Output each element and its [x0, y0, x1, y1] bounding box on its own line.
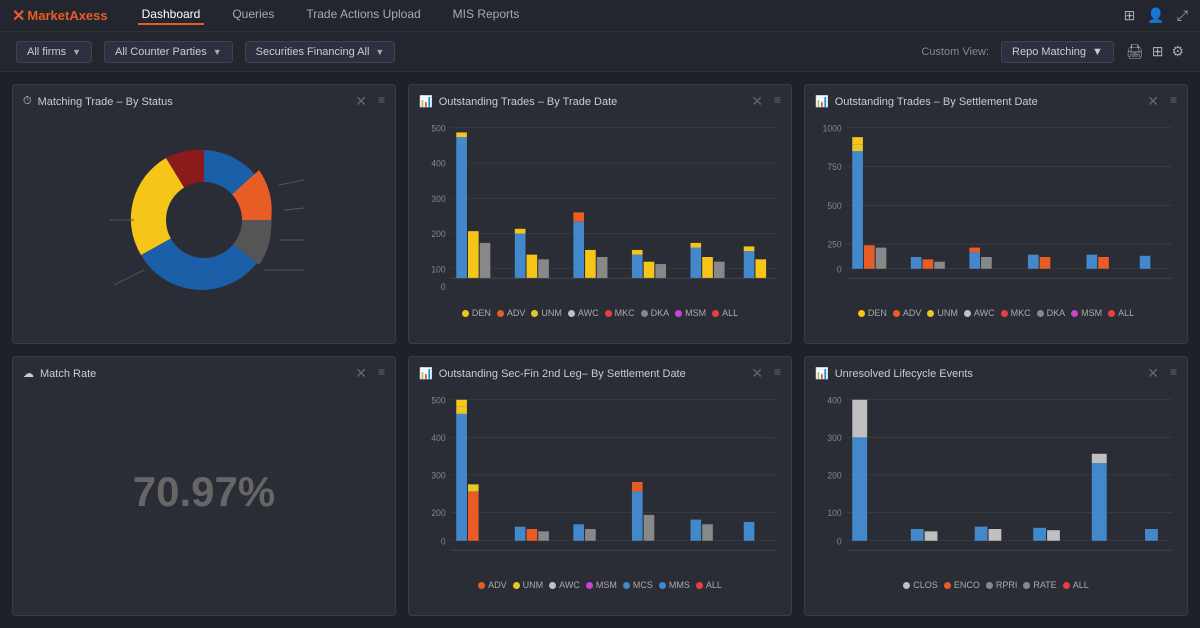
panel-matching-trade: ⏱ Matching Trade – By Status ✕ ≡ [12, 84, 396, 344]
firms-filter[interactable]: All firms ▼ [16, 41, 92, 63]
bar-chart-icon: 📊 [419, 95, 433, 108]
panel-outstanding-trade-date: 📊 Outstanding Trades – By Trade Date ✕ ≡… [408, 84, 792, 344]
panel-lifecycle-menu[interactable]: ≡ [1170, 365, 1177, 379]
counterparties-filter[interactable]: All Counter Parties ▼ [104, 41, 233, 63]
chevron-down-icon: ▼ [375, 47, 384, 57]
nav-bar: ✕ MarketAxess Dashboard Queries Trade Ac… [0, 0, 1200, 32]
panel-match-rate-menu[interactable]: ≡ [378, 365, 385, 379]
panel-match-rate: ☁ Match Rate ✕ ≡ 70.97% [12, 356, 396, 616]
cloud-icon: ☁ [23, 367, 34, 380]
chart-legend-settlement: DEN ADV UNM AWC MKC DKA MSM ALL [815, 304, 1177, 318]
grid-icon[interactable]: ⊞ [1124, 7, 1136, 24]
custom-view-label: Custom View: [921, 46, 989, 58]
bar-chart-sec-fin: 500 400 300 200 0 [419, 388, 781, 576]
bar-chart-settlement-svg: 1000 750 500 250 0 [815, 116, 1177, 304]
svg-text:200: 200 [431, 229, 445, 239]
bar-chart-trade-date: 500 400 300 200 100 0 [419, 116, 781, 304]
bar-chart-lifecycle-svg: 400 300 200 100 0 [815, 388, 1177, 576]
chart-legend-trade-date: DEN ADV UNM AWC MKC DKA MSM ALL [419, 304, 781, 318]
pie-chart-container [23, 116, 385, 324]
chart-legend-lifecycle: CLOS ENCO RPRI RATE ALL [815, 576, 1177, 590]
securities-filter[interactable]: Securities Financing All ▼ [245, 41, 396, 63]
nav-link-trade-actions[interactable]: Trade Actions Upload [302, 7, 424, 25]
dashboard: ⏱ Matching Trade – By Status ✕ ≡ [0, 72, 1200, 628]
svg-text:500: 500 [827, 200, 841, 210]
svg-text:250: 250 [827, 239, 841, 249]
svg-text:500: 500 [431, 395, 445, 405]
svg-text:200: 200 [431, 508, 445, 518]
svg-text:400: 400 [827, 395, 841, 405]
expand-icon[interactable]: ⤢ [1177, 7, 1188, 24]
svg-text:200: 200 [827, 470, 841, 480]
match-rate-value: 70.97% [23, 388, 385, 596]
svg-text:100: 100 [827, 508, 841, 518]
bar-chart-sec-fin-svg: 500 400 300 200 0 [419, 388, 781, 576]
bar-chart-icon4: 📊 [815, 367, 829, 380]
panel-matching-trade-close[interactable]: ✕ [355, 93, 367, 110]
panel-sec-fin-close[interactable]: ✕ [751, 365, 763, 382]
panel-outstanding-settlement-menu[interactable]: ≡ [1170, 93, 1177, 107]
svg-text:750: 750 [827, 162, 841, 172]
layout-icon[interactable]: ⊞ [1152, 43, 1164, 60]
panel-match-rate-close[interactable]: ✕ [355, 365, 367, 382]
bar-chart-icon3: 📊 [419, 367, 433, 380]
nav-links: Dashboard Queries Trade Actions Upload M… [138, 7, 1124, 25]
panel-outstanding-settlement-title: 📊 Outstanding Trades – By Settlement Dat… [815, 95, 1177, 108]
svg-text:0: 0 [837, 264, 842, 274]
panel-sec-fin-title: 📊 Outstanding Sec-Fin 2nd Leg– By Settle… [419, 367, 781, 380]
svg-text:100: 100 [431, 264, 445, 274]
toolbar-icons: 🖨 ⊞ ⚙ [1126, 43, 1184, 60]
svg-text:300: 300 [827, 432, 841, 442]
panel-matching-trade-title: ⏱ Matching Trade – By Status [23, 95, 385, 108]
panel-outstanding-trade-date-title: 📊 Outstanding Trades – By Trade Date [419, 95, 781, 108]
pie-chart [104, 130, 304, 310]
bar-chart-settlement: 1000 750 500 250 0 [815, 116, 1177, 304]
nav-link-mis-reports[interactable]: MIS Reports [449, 7, 524, 25]
custom-view-selector[interactable]: Repo Matching ▼ [1001, 41, 1114, 63]
svg-text:0: 0 [441, 282, 446, 292]
panel-outstanding-trade-date-close[interactable]: ✕ [751, 93, 763, 110]
panel-match-rate-title: ☁ Match Rate [23, 367, 385, 380]
panel-sec-fin: 📊 Outstanding Sec-Fin 2nd Leg– By Settle… [408, 356, 792, 616]
logo: ✕ MarketAxess [12, 6, 108, 26]
chevron-down-icon: ▼ [72, 47, 81, 57]
panel-sec-fin-menu[interactable]: ≡ [774, 365, 781, 379]
print-icon[interactable]: 🖨 [1126, 43, 1144, 60]
svg-text:1000: 1000 [823, 123, 842, 133]
nav-link-queries[interactable]: Queries [228, 7, 278, 25]
toolbar-right: Custom View: Repo Matching ▼ 🖨 ⊞ ⚙ [921, 41, 1184, 63]
bar-chart-lifecycle: 400 300 200 100 0 [815, 388, 1177, 576]
svg-text:500: 500 [431, 123, 445, 133]
chart-legend-sec-fin: ADV UNM AWC MSM MCS MMS ALL [419, 576, 781, 590]
settings-icon[interactable]: ⚙ [1171, 43, 1184, 60]
panel-lifecycle-title: 📊 Unresolved Lifecycle Events [815, 367, 1177, 380]
nav-link-dashboard[interactable]: Dashboard [138, 7, 205, 25]
clock-icon: ⏱ [23, 95, 32, 108]
chevron-down-icon: ▼ [1092, 46, 1103, 58]
panel-lifecycle: 📊 Unresolved Lifecycle Events ✕ ≡ 400 30… [804, 356, 1188, 616]
pie-donut-hole [166, 182, 242, 258]
svg-text:300: 300 [431, 193, 445, 203]
bar-chart-trade-date-svg: 500 400 300 200 100 0 [419, 116, 781, 304]
svg-text:400: 400 [431, 432, 445, 442]
panel-outstanding-trade-date-menu[interactable]: ≡ [774, 93, 781, 107]
panel-outstanding-settlement-close[interactable]: ✕ [1147, 93, 1159, 110]
user-icon[interactable]: 👤 [1147, 7, 1164, 24]
toolbar: All firms ▼ All Counter Parties ▼ Securi… [0, 32, 1200, 72]
svg-text:300: 300 [431, 470, 445, 480]
panel-outstanding-settlement: 📊 Outstanding Trades – By Settlement Dat… [804, 84, 1188, 344]
svg-text:0: 0 [441, 536, 446, 546]
nav-right: ⊞ 👤 ⤢ [1124, 7, 1188, 24]
chevron-down-icon: ▼ [213, 47, 222, 57]
svg-text:0: 0 [837, 536, 842, 546]
panel-lifecycle-close[interactable]: ✕ [1147, 365, 1159, 382]
bar-chart-icon2: 📊 [815, 95, 829, 108]
panel-matching-trade-menu[interactable]: ≡ [378, 93, 385, 107]
svg-text:400: 400 [431, 158, 445, 168]
